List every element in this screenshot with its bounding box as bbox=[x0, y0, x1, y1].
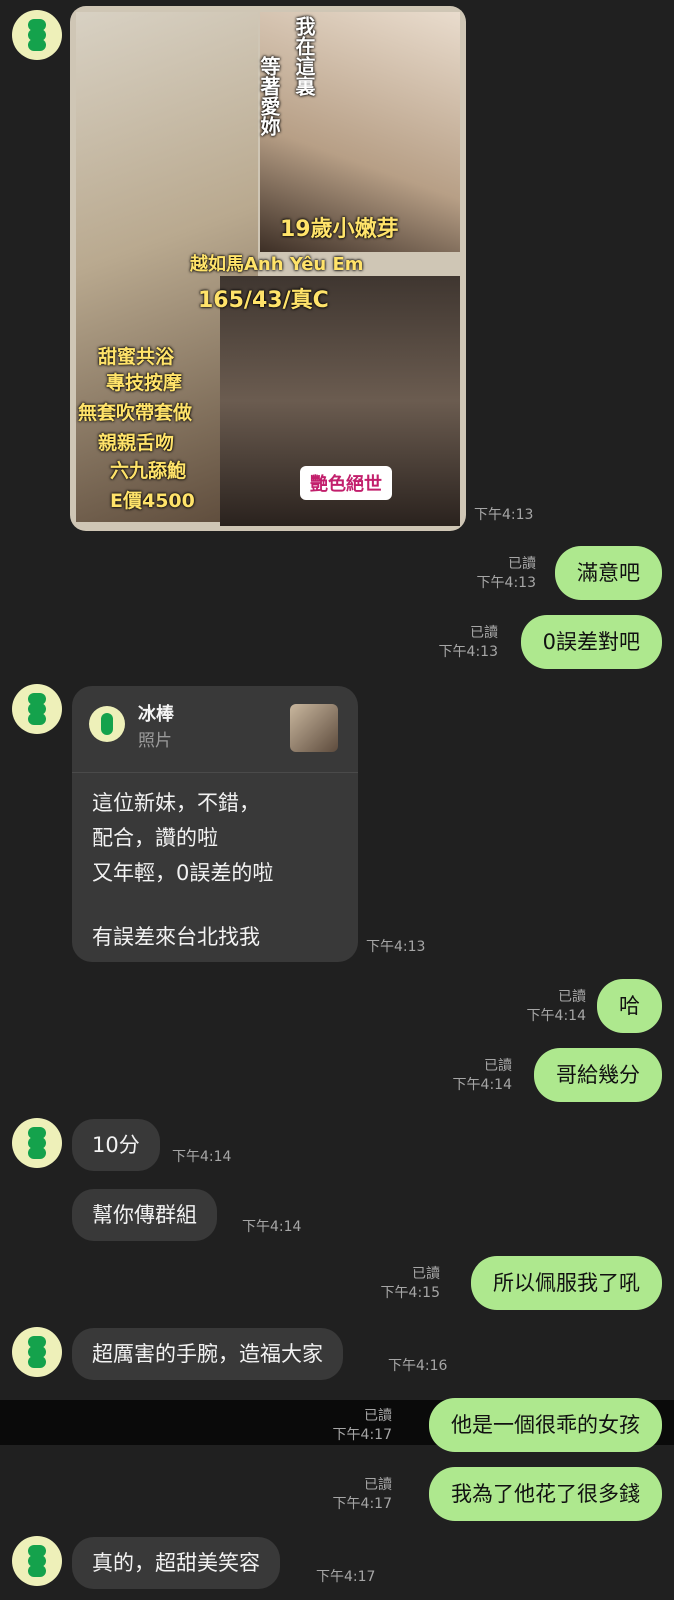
outgoing-message[interactable]: 所以佩服我了吼 bbox=[471, 1256, 662, 1310]
outgoing-message[interactable]: 滿意吧 bbox=[555, 546, 662, 600]
photo-caption: 越如馬Anh Yêu Em bbox=[190, 254, 364, 275]
message-meta: 已讀下午4:17 bbox=[333, 1476, 392, 1514]
message-time: 下午4:17 bbox=[332, 1496, 392, 1512]
photo-brand-badge: 艷色絕世 bbox=[300, 466, 392, 500]
read-receipt: 已讀 bbox=[484, 1058, 512, 1074]
incoming-message[interactable]: 真的，超甜美笑容 bbox=[72, 1537, 280, 1589]
photo-caption: 甜蜜共浴 bbox=[98, 346, 175, 368]
message-meta: 已讀下午4:14 bbox=[527, 988, 586, 1026]
incoming-message[interactable]: 幫你傳群組 bbox=[72, 1189, 217, 1241]
reply-card-body: 這位新妹，不錯， 配合，讚的啦 又年輕，0誤差的啦 有誤差來台北找我 bbox=[92, 786, 273, 955]
read-receipt: 已讀 bbox=[508, 556, 536, 572]
photo-caption: 親親舌吻 bbox=[98, 432, 175, 454]
message-time: 下午4:14 bbox=[452, 1077, 512, 1093]
message-line-blank bbox=[92, 891, 273, 920]
photo-caption: 專技按摩 bbox=[106, 372, 183, 394]
photo-caption: 165/43/真C bbox=[198, 288, 329, 313]
reply-avatar bbox=[89, 706, 125, 742]
photo-message[interactable]: 我在這裏 等著愛妳 19歲小嫩芽 越如馬Anh Yêu Em 165/43/真C… bbox=[70, 6, 466, 531]
message-meta: 已讀下午4:17 bbox=[333, 1407, 392, 1445]
contact-avatar[interactable] bbox=[12, 1536, 62, 1586]
message-meta: 已讀下午4:15 bbox=[381, 1265, 440, 1303]
reply-thumbnail bbox=[290, 704, 338, 752]
message-line: 又年輕，0誤差的啦 bbox=[92, 861, 274, 885]
contact-avatar[interactable] bbox=[12, 1118, 62, 1168]
message-time: 下午4:14 bbox=[172, 1149, 232, 1165]
message-line: 有誤差來台北找我 bbox=[92, 925, 260, 949]
reply-sender-name: 冰棒 bbox=[138, 704, 174, 725]
contact-avatar[interactable] bbox=[12, 684, 62, 734]
reply-card-header[interactable]: 冰棒 照片 bbox=[72, 686, 358, 773]
read-receipt: 已讀 bbox=[412, 1266, 440, 1282]
contact-avatar[interactable] bbox=[12, 10, 62, 60]
read-receipt: 已讀 bbox=[364, 1408, 392, 1424]
message-time: 下午4:13 bbox=[366, 939, 426, 955]
message-meta: 已讀下午4:13 bbox=[477, 555, 536, 593]
message-time: 下午4:17 bbox=[316, 1569, 376, 1585]
message-time: 下午4:14 bbox=[242, 1219, 302, 1235]
incoming-message[interactable]: 超厲害的手腕，造福大家 bbox=[72, 1328, 343, 1380]
message-time: 下午4:13 bbox=[476, 575, 536, 591]
outgoing-message[interactable]: 0誤差對吧 bbox=[520, 615, 662, 669]
message-line: 這位新妹，不錯， bbox=[92, 791, 260, 815]
read-receipt: 已讀 bbox=[470, 625, 498, 641]
photo-caption: 無套吹帶套做 bbox=[78, 402, 193, 424]
photo-caption: 六九舔鮑 bbox=[110, 460, 187, 482]
message-time: 下午4:14 bbox=[526, 1008, 586, 1024]
message-meta: 已讀下午4:13 bbox=[439, 624, 498, 662]
photo-caption: 19歲小嫩芽 bbox=[280, 217, 399, 242]
message-time: 下午4:15 bbox=[380, 1285, 440, 1301]
photo-caption: E價4500 bbox=[110, 490, 195, 512]
outgoing-message[interactable]: 我為了他花了很多錢 bbox=[429, 1467, 662, 1521]
message-time: 下午4:13 bbox=[438, 644, 498, 660]
read-receipt: 已讀 bbox=[364, 1477, 392, 1493]
outgoing-message[interactable]: 哈 bbox=[597, 979, 662, 1033]
incoming-message[interactable]: 10分 bbox=[72, 1119, 160, 1171]
message-time: 下午4:16 bbox=[388, 1358, 448, 1374]
read-receipt: 已讀 bbox=[558, 989, 586, 1005]
outgoing-message[interactable]: 他是一個很乖的女孩 bbox=[429, 1398, 662, 1452]
reply-card-message[interactable]: 冰棒 照片 這位新妹，不錯， 配合，讚的啦 又年輕，0誤差的啦 有誤差來台北找我 bbox=[72, 686, 358, 962]
photo-caption: 我在這裏 bbox=[292, 16, 316, 96]
contact-avatar[interactable] bbox=[12, 1327, 62, 1377]
message-time: 下午4:13 bbox=[474, 507, 534, 523]
outgoing-message[interactable]: 哥給幾分 bbox=[534, 1048, 662, 1102]
message-meta: 已讀下午4:14 bbox=[453, 1057, 512, 1095]
message-line: 配合，讚的啦 bbox=[92, 826, 218, 850]
photo-caption: 等著愛妳 bbox=[257, 56, 281, 136]
reply-content-type: 照片 bbox=[138, 731, 172, 751]
message-time: 下午4:17 bbox=[332, 1427, 392, 1443]
